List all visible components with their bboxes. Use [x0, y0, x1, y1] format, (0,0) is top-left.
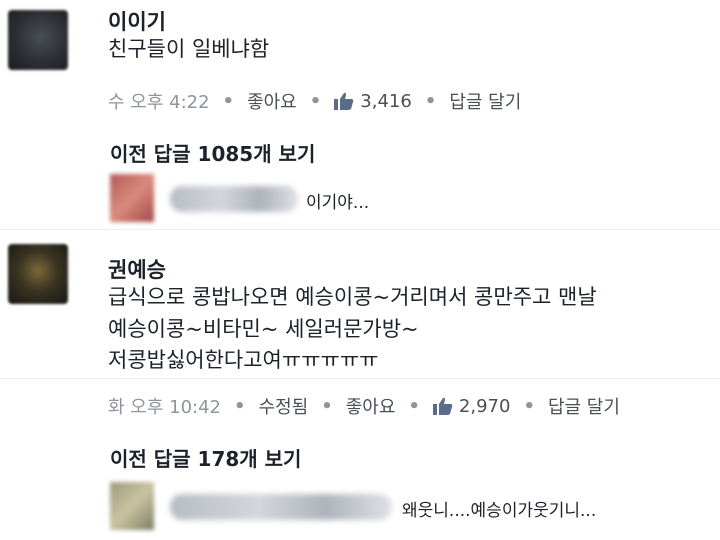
- reply-button[interactable]: 답글 달기: [548, 393, 620, 419]
- avatar[interactable]: [8, 244, 68, 304]
- avatar: [110, 482, 154, 530]
- edited-indicator[interactable]: 수정됨: [259, 393, 309, 419]
- comment-text-line: 저콩밥싫어한다고여ㅠㅠㅠㅠㅠ: [108, 348, 379, 372]
- separator-dot: •: [234, 395, 246, 417]
- reply-preview-2[interactable]: 왜웃니....예승이가웃기니...: [110, 482, 670, 532]
- comment-text: 친구들이 일베냐함: [108, 37, 270, 61]
- like-button[interactable]: 좋아요: [247, 88, 297, 114]
- blurred-author-name: [170, 494, 392, 520]
- comment-text-line: 급식으로 콩밥나오면 예승이콩~거리며서 콩만주고 맨날: [108, 285, 597, 309]
- reply-button[interactable]: 답글 달기: [449, 88, 521, 114]
- separator-dot: •: [222, 90, 235, 112]
- timestamp[interactable]: 수 오후 4:22: [108, 88, 210, 114]
- comment-1: 이이기 친구들이 일베냐함 수 오후 4:22 • 좋아요 • 3,416 • …: [0, 0, 720, 180]
- like-count[interactable]: 2,970: [432, 395, 511, 417]
- separator-dot: •: [309, 90, 322, 112]
- separator-dot: •: [523, 395, 535, 417]
- timestamp[interactable]: 화 오후 10:42: [108, 393, 221, 419]
- thumbs-up-icon: [334, 92, 354, 110]
- reply-preview-text: 왜웃니....예승이가웃기니...: [402, 501, 597, 521]
- like-count-value: 2,970: [458, 395, 511, 417]
- view-previous-replies[interactable]: 이전 답글 178개 보기: [110, 443, 301, 472]
- comment-meta: 화 오후 10:42 • 수정됨 • 좋아요 • 2,970 • 답글 달기: [108, 393, 620, 419]
- comment-2: 권예승 급식으로 콩밥나오면 예승이콩~거리며서 콩만주고 맨날 예승이콩~비타…: [0, 230, 720, 470]
- separator-dot: •: [408, 395, 420, 417]
- like-count[interactable]: 3,416: [334, 91, 412, 112]
- avatar[interactable]: [8, 10, 68, 70]
- thumbs-up-icon: [432, 397, 453, 415]
- divider: [0, 378, 720, 379]
- separator-dot: •: [424, 90, 437, 112]
- view-previous-replies[interactable]: 이전 답글 1085개 보기: [110, 138, 315, 167]
- like-count-value: 3,416: [360, 90, 412, 112]
- reply-preview-text: 이기야...: [306, 193, 370, 213]
- separator-dot: •: [321, 395, 333, 417]
- comment-meta: 수 오후 4:22 • 좋아요 • 3,416 • 답글 달기: [108, 88, 521, 114]
- comment-text-line: 예승이콩~비타민~ 세일러문가방~: [108, 317, 419, 341]
- comment-author[interactable]: 권예승: [108, 254, 166, 284]
- blurred-author-name: [170, 186, 298, 212]
- reply-preview-1[interactable]: 이기야...: [110, 174, 410, 224]
- comment-author[interactable]: 이이기: [108, 6, 166, 36]
- avatar: [110, 174, 154, 222]
- like-button[interactable]: 좋아요: [346, 393, 396, 419]
